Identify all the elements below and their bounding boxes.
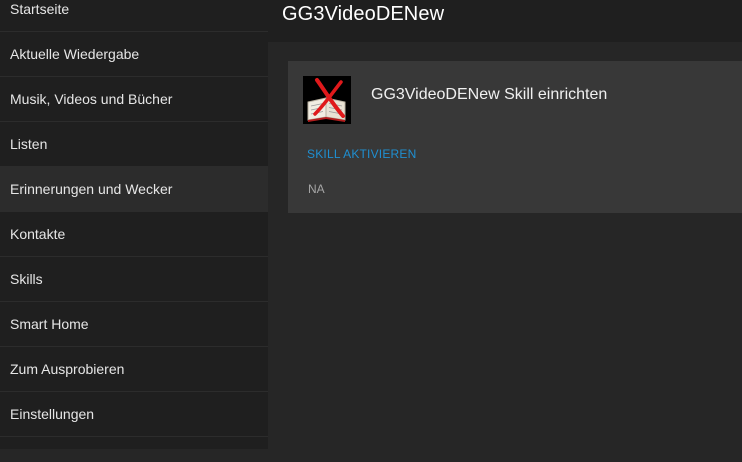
sidebar-item-musik-videos-buecher[interactable]: Musik, Videos und Bücher <box>0 77 268 122</box>
sidebar-item-einstellungen[interactable]: Einstellungen <box>0 392 268 437</box>
skill-title: GG3VideoDENew Skill einrichten <box>371 86 608 103</box>
sidebar-item-label: Zum Ausprobieren <box>10 361 125 377</box>
activate-skill-link[interactable]: SKILL AKTIVIEREN <box>307 147 416 161</box>
page-title: GG3VideoDENew <box>282 3 445 25</box>
page-header: GG3VideoDENew <box>268 0 742 42</box>
sidebar-item-aktuelle-wiedergabe[interactable]: Aktuelle Wiedergabe <box>0 32 268 77</box>
sidebar-item-label: Listen <box>10 136 48 152</box>
main-content: GG3VideoDENew GG3VideoDENew Skill einric… <box>268 0 742 462</box>
sidebar-item-label: Smart Home <box>10 316 89 332</box>
skill-card: GG3VideoDENew Skill einrichten SKILL AKT… <box>288 61 742 213</box>
skill-book-icon <box>303 76 351 124</box>
sidebar-item-label: Einstellungen <box>10 406 95 422</box>
sidebar-item-listen[interactable]: Listen <box>0 122 268 167</box>
sidebar-item-kontakte[interactable]: Kontakte <box>0 212 268 257</box>
sidebar-item-label: Aktuelle Wiedergabe <box>10 46 140 62</box>
sidebar-item-label: Musik, Videos und Bücher <box>10 91 173 107</box>
sidebar-item-skills[interactable]: Skills <box>0 257 268 302</box>
app-window: Startseite Aktuelle Wiedergabe Musik, Vi… <box>0 0 742 462</box>
sidebar-item-erinnerungen-wecker[interactable]: Erinnerungen und Wecker <box>0 167 268 212</box>
sidebar-item-zum-ausprobieren[interactable]: Zum Ausprobieren <box>0 347 268 392</box>
sidebar-item-label: Startseite <box>10 1 70 17</box>
sidebar: Startseite Aktuelle Wiedergabe Musik, Vi… <box>0 0 268 449</box>
sidebar-item-startseite[interactable]: Startseite <box>0 0 268 32</box>
sidebar-item-smart-home[interactable]: Smart Home <box>0 302 268 347</box>
sidebar-item-label: Erinnerungen und Wecker <box>10 181 173 197</box>
sidebar-item-label: Skills <box>10 271 43 287</box>
sidebar-item-label: Kontakte <box>10 226 66 242</box>
skill-status: NA <box>308 182 325 196</box>
